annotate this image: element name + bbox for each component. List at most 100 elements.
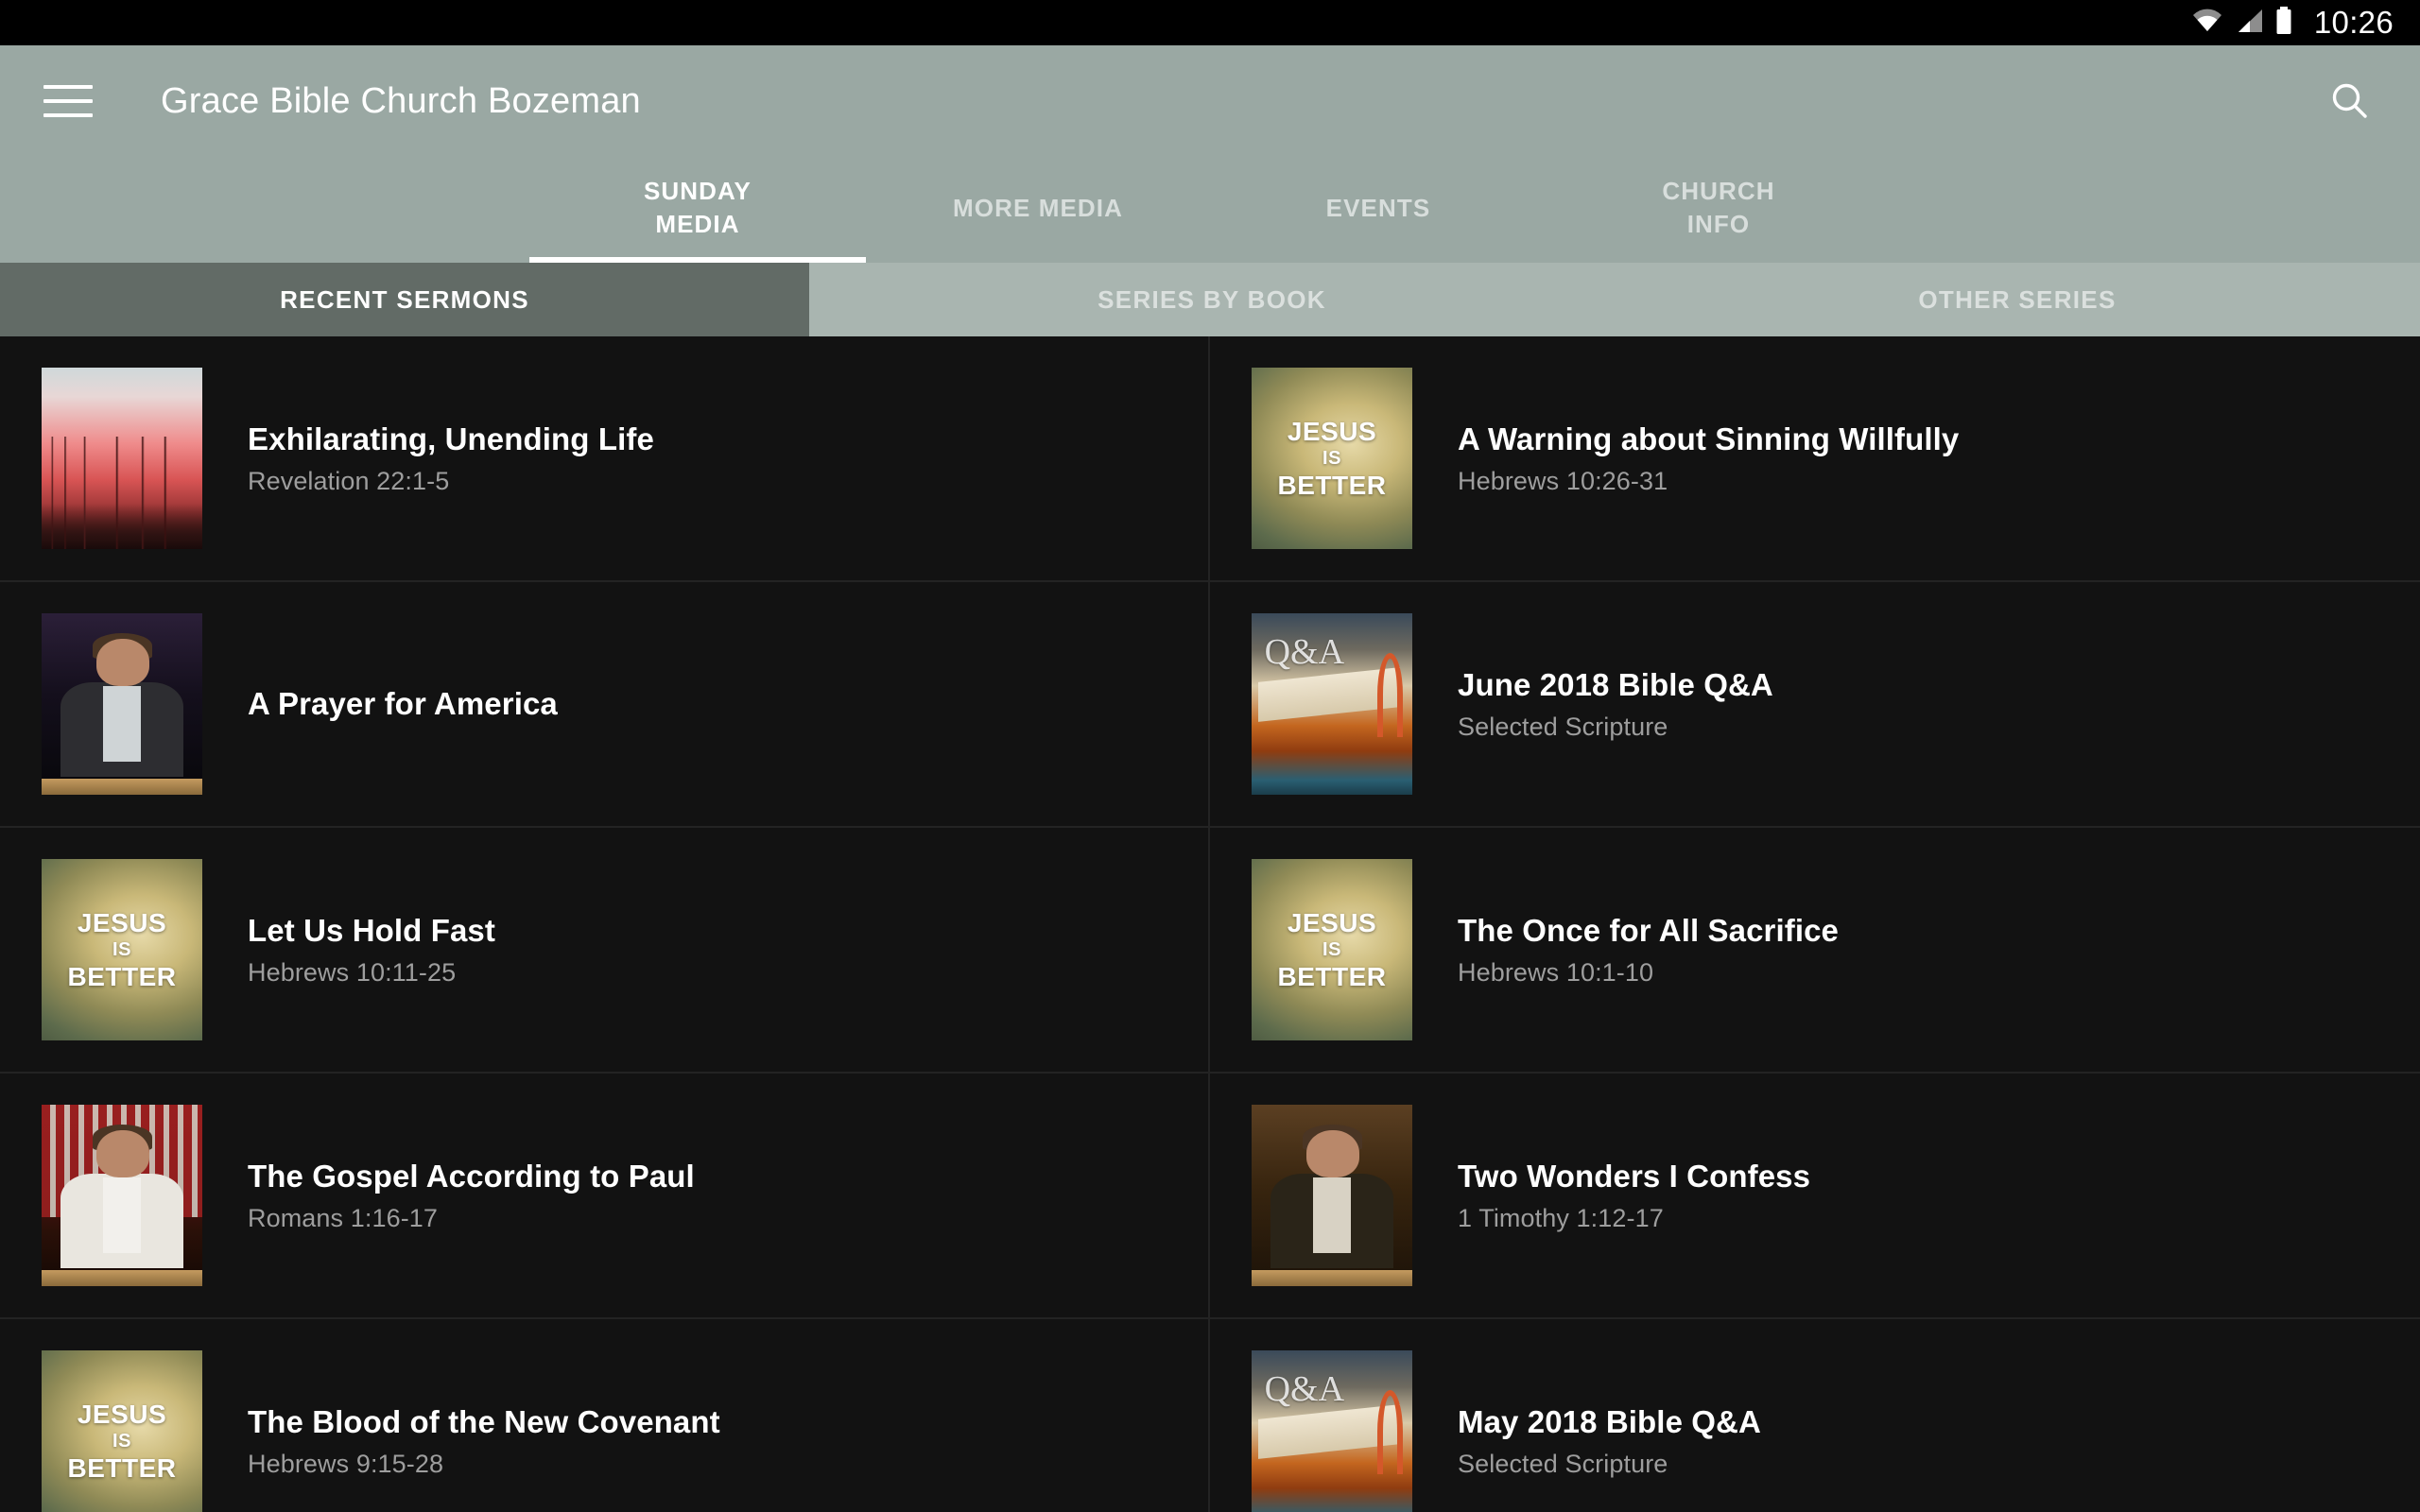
subtab-other-series[interactable]: OTHER SERIES: [1615, 263, 2420, 336]
sermon-thumbnail: [42, 613, 202, 795]
sermon-list-item[interactable]: JESUS IS BETTER The Once for All Sacrifice H…: [1210, 828, 2420, 1072]
sermon-subtitle: Hebrews 9:15-28: [248, 1450, 444, 1479]
thumbnail-podium: [42, 1269, 202, 1286]
sermon-text-block: Exhilarating, Unending Life Revelation 22…: [248, 421, 654, 497]
sermon-title: May 2018 Bible Q&A: [1458, 1403, 1761, 1439]
page-title: Grace Bible Church Bozeman: [161, 80, 641, 121]
sermon-list-item[interactable]: JESUS IS BETTER Let Us Hold Fast Hebrews 10:…: [0, 828, 1210, 1072]
sermon-text-block: Let Us Hold Fast Hebrews 10:11-25: [248, 912, 495, 988]
sermon-subtitle: Revelation 22:1-5: [248, 467, 450, 496]
thumbnail-caption: JESUS IS BETTER: [1277, 416, 1387, 500]
thumbnail-figure-head: [1305, 1129, 1359, 1177]
subtab-recent-sermons[interactable]: RECENT SERMONS: [0, 263, 809, 336]
search-icon[interactable]: [2320, 71, 2380, 131]
sermon-list-item[interactable]: JESUS IS BETTER A Warning about Sinning Wil…: [1210, 336, 2420, 580]
sermon-list-item[interactable]: Exhilarating, Unending Life Revelation 22…: [0, 336, 1210, 580]
thumbnail-image: Q&A: [1252, 1350, 1412, 1512]
sermon-text-block: June 2018 Bible Q&A Selected Scripture: [1458, 666, 1773, 743]
tab-events-label: EVENTS: [1325, 193, 1431, 222]
sermon-list-item[interactable]: The Gospel According to Paul Romans 1:16-…: [0, 1074, 1210, 1317]
sermon-subtitle: 1 Timothy 1:12-17: [1458, 1204, 1664, 1233]
sermon-row: Exhilarating, Unending Life Revelation 22…: [0, 336, 2420, 582]
sermon-text-block: A Warning about Sinning Willfully Hebrews…: [1458, 421, 1959, 497]
thumbnail-image: [1252, 1105, 1412, 1286]
sermon-list-item[interactable]: Q&A May 2018 Bible Q&A Selected Scripture: [1210, 1319, 2420, 1512]
thumbnail-ribbon: [1376, 653, 1403, 737]
cell-signal-icon: [2235, 9, 2263, 38]
thumbnail-figure-shirt: [102, 685, 142, 763]
sermon-text-block: Two Wonders I Confess 1 Timothy 1:12-17: [1458, 1158, 1810, 1234]
tab-church-info-label: CHURCH INFO: [1662, 177, 1775, 238]
sermon-subtitle: Selected Scripture: [1458, 713, 1668, 742]
subtab-series-by-book-label: SERIES BY BOOK: [1098, 284, 1326, 314]
sermon-text-block: The Once for All Sacrifice Hebrews 10:1-1…: [1458, 912, 1839, 988]
main-tab-bar: SUNDAY MEDIA MORE MEDIA EVENTS CHURCH IN…: [0, 157, 2420, 263]
sermon-list-item[interactable]: Q&A June 2018 Bible Q&A Selected Scripture: [1210, 582, 2420, 826]
thumbnail-image: [42, 368, 202, 549]
sermon-thumbnail: JESUS IS BETTER: [42, 1350, 202, 1512]
battery-full-icon: [2274, 6, 2293, 40]
sermon-thumbnail: Q&A: [1252, 1350, 1412, 1512]
tab-sunday-media-label: SUNDAY MEDIA: [643, 177, 752, 238]
thumbnail-image: JESUS IS BETTER: [1252, 859, 1412, 1040]
sermon-title: Exhilarating, Unending Life: [248, 421, 654, 456]
sermon-row: The Gospel According to Paul Romans 1:16-…: [0, 1074, 2420, 1319]
sermon-thumbnail: JESUS IS BETTER: [1252, 859, 1412, 1040]
sermon-subtitle: Selected Scripture: [1458, 1450, 1668, 1479]
thumbnail-podium: [42, 778, 202, 795]
tab-events[interactable]: EVENTS: [1208, 157, 1548, 263]
hamburger-menu-icon[interactable]: [43, 79, 98, 123]
sermon-title: June 2018 Bible Q&A: [1458, 666, 1773, 702]
sermon-thumbnail: [1252, 1105, 1412, 1286]
sermon-subtitle: Hebrews 10:1-10: [1458, 958, 1654, 988]
sermon-thumbnail: Q&A: [1252, 613, 1412, 795]
sermon-text-block: The Gospel According to Paul Romans 1:16-…: [248, 1158, 695, 1234]
thumbnail-trees: [42, 436, 202, 549]
sermon-list-item[interactable]: JESUS IS BETTER The Blood of the New Covena…: [0, 1319, 1210, 1512]
thumbnail-figure-head: [95, 1129, 149, 1177]
sermon-text-block: A Prayer for America: [248, 685, 558, 723]
subtab-series-by-book[interactable]: SERIES BY BOOK: [809, 263, 1615, 336]
tab-more-media-label: MORE MEDIA: [953, 193, 1123, 222]
tab-church-info[interactable]: CHURCH INFO: [1548, 157, 1889, 263]
thumbnail-caption: JESUS IS BETTER: [1277, 907, 1387, 991]
sermon-subtitle: Romans 1:16-17: [248, 1204, 439, 1233]
sermon-title: Two Wonders I Confess: [1458, 1158, 1811, 1194]
status-bar: 10:26: [0, 0, 2420, 45]
sermon-text-block: The Blood of the New Covenant Hebrews 9:1…: [248, 1403, 720, 1480]
thumbnail-image: JESUS IS BETTER: [42, 1350, 202, 1512]
sermon-title: The Blood of the New Covenant: [248, 1403, 720, 1439]
sermon-list[interactable]: Exhilarating, Unending Life Revelation 22…: [0, 336, 2420, 1512]
sermon-row: JESUS IS BETTER Let Us Hold Fast Hebrews 10:…: [0, 828, 2420, 1074]
sermon-title: Let Us Hold Fast: [248, 912, 495, 948]
sermon-title: A Prayer for America: [248, 686, 558, 722]
app-bar: Grace Bible Church Bozeman: [0, 45, 2420, 157]
thumbnail-figure-shirt: [102, 1177, 142, 1254]
tab-more-media[interactable]: MORE MEDIA: [868, 157, 1208, 263]
sermon-thumbnail: JESUS IS BETTER: [1252, 368, 1412, 549]
thumbnail-caption: JESUS IS BETTER: [67, 907, 177, 991]
sermon-list-item[interactable]: A Prayer for America: [0, 582, 1210, 826]
thumbnail-figure-head: [95, 638, 149, 686]
thumbnail-caption: Q&A: [1264, 632, 1345, 673]
subtab-recent-sermons-label: RECENT SERMONS: [280, 284, 529, 314]
thumbnail-podium: [1252, 1269, 1412, 1286]
sermon-thumbnail: JESUS IS BETTER: [42, 859, 202, 1040]
sermon-subtitle: Hebrews 10:26-31: [1458, 467, 1668, 496]
sermon-list-item[interactable]: Two Wonders I Confess 1 Timothy 1:12-17: [1210, 1074, 2420, 1317]
subtab-other-series-label: OTHER SERIES: [1918, 284, 2117, 314]
thumbnail-ribbon: [1376, 1390, 1403, 1474]
sermon-subtitle: Hebrews 10:11-25: [248, 958, 457, 988]
status-icons: [2191, 6, 2293, 40]
status-clock: 10:26: [2313, 5, 2394, 40]
sermon-text-block: May 2018 Bible Q&A Selected Scripture: [1458, 1403, 1761, 1480]
thumbnail-image: JESUS IS BETTER: [1252, 368, 1412, 549]
wifi-icon: [2191, 9, 2223, 38]
sermon-thumbnail: [42, 1105, 202, 1286]
sermon-row: JESUS IS BETTER The Blood of the New Covena…: [0, 1319, 2420, 1512]
sermon-thumbnail: [42, 368, 202, 549]
sub-tab-bar: RECENT SERMONS SERIES BY BOOK OTHER SERI…: [0, 263, 2420, 336]
sermon-title: A Warning about Sinning Willfully: [1458, 421, 1960, 456]
tab-sunday-media[interactable]: SUNDAY MEDIA: [527, 157, 868, 263]
thumbnail-caption: JESUS IS BETTER: [67, 1399, 177, 1483]
